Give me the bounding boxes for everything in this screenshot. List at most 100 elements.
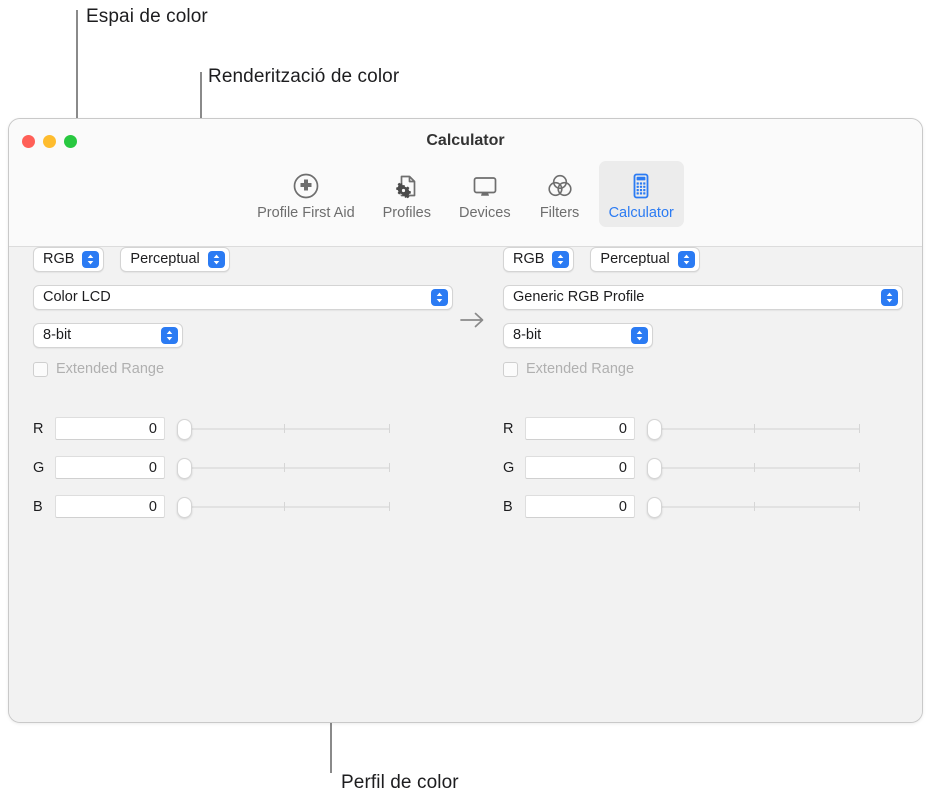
source-extended-range-checkbox[interactable] <box>33 362 48 377</box>
destination-bit-depth-row: 8-bit <box>503 323 903 348</box>
destination-channel-input-r[interactable]: 0 <box>525 417 635 440</box>
source-channel-slider-b[interactable] <box>177 496 390 518</box>
toolbar-item-devices[interactable]: Devices <box>449 161 521 227</box>
source-profile-row: Color LCD <box>33 285 453 310</box>
toolbar-item-calculator[interactable]: Calculator <box>598 161 684 227</box>
source-extended-range-row[interactable]: Extended Range <box>33 362 453 377</box>
source-extended-range-label: Extended Range <box>56 361 165 378</box>
slider-thumb[interactable] <box>647 496 662 518</box>
source-rendering-intent-value: Perceptual <box>130 251 200 268</box>
source-channel-sliders: R 0 G 0 B 0 <box>33 409 453 526</box>
slider-thumb[interactable] <box>177 496 192 518</box>
slider-tick-end <box>389 501 390 511</box>
source-channel-row-g: G 0 <box>33 448 453 487</box>
destination-channel-input-b[interactable]: 0 <box>525 495 635 518</box>
source-channel-slider-g[interactable] <box>177 457 390 479</box>
source-channel-input-r[interactable]: 0 <box>55 417 165 440</box>
source-channel-row-r: R 0 <box>33 409 453 448</box>
calculator-icon <box>626 169 656 203</box>
chevron-updown-icon <box>161 327 178 344</box>
source-color-space-popup[interactable]: RGB <box>33 247 105 272</box>
annotation-rendering-intent: Renderització de color <box>208 66 400 87</box>
destination-extended-range-label: Extended Range <box>526 361 635 378</box>
slider-thumb[interactable] <box>647 418 662 440</box>
destination-channel-label-b: B <box>503 498 513 515</box>
destination-color-space-popup[interactable]: RGB <box>503 247 575 272</box>
source-channel-input-b[interactable]: 0 <box>55 495 165 518</box>
slider-track <box>653 505 860 508</box>
destination-color-space-value: RGB <box>513 251 545 268</box>
destination-bit-depth-popup[interactable]: 8-bit <box>503 323 653 348</box>
destination-profile-row: Generic RGB Profile <box>503 285 903 310</box>
slider-tick-end <box>389 423 390 433</box>
destination-rendering-intent-value: Perceptual <box>600 251 670 268</box>
destination-extended-range-checkbox[interactable] <box>503 362 518 377</box>
display-icon <box>470 169 500 203</box>
source-color-panel: RGB Perceptual Color LCD 8-bit Extended … <box>33 247 453 526</box>
source-channel-label-r: R <box>33 420 44 437</box>
source-channel-slider-r[interactable] <box>177 418 390 440</box>
destination-channel-slider-r[interactable] <box>647 418 860 440</box>
toolbar-label-profile-first-aid: Profile First Aid <box>257 205 355 221</box>
destination-channel-input-g[interactable]: 0 <box>525 456 635 479</box>
source-space-row: RGB Perceptual <box>33 247 453 272</box>
source-rendering-intent-popup[interactable]: Perceptual <box>120 247 230 272</box>
destination-channel-row-r: R 0 <box>503 409 903 448</box>
destination-channel-label-r: R <box>503 420 514 437</box>
window-title: Calculator <box>426 132 505 149</box>
window-titlebar: Calculator Profile First Aid Profiles De… <box>9 119 922 247</box>
slider-track <box>183 427 390 430</box>
toolbar-label-filters: Filters <box>539 205 580 221</box>
toolbar-item-profiles[interactable]: Profiles <box>373 161 441 227</box>
source-channel-label-g: G <box>33 459 45 476</box>
source-color-space-value: RGB <box>43 251 75 268</box>
source-channel-input-g[interactable]: 0 <box>55 456 165 479</box>
slider-thumb[interactable] <box>647 457 662 479</box>
destination-channel-row-g: G 0 <box>503 448 903 487</box>
slider-thumb[interactable] <box>177 418 192 440</box>
slider-tick-mid <box>283 423 285 433</box>
chevron-updown-icon <box>631 327 648 344</box>
destination-extended-range-row[interactable]: Extended Range <box>503 362 903 377</box>
destination-channel-slider-g[interactable] <box>647 457 860 479</box>
source-profile-popup[interactable]: Color LCD <box>33 285 453 310</box>
source-bit-depth-row: 8-bit <box>33 323 453 348</box>
calculator-content: RGB Perceptual Color LCD 8-bit Extended … <box>9 247 922 722</box>
first-aid-icon <box>291 169 321 203</box>
slider-tick-end <box>389 462 390 472</box>
slider-tick-mid <box>283 501 285 511</box>
source-channel-label-b: B <box>33 498 43 515</box>
slider-track <box>183 466 390 469</box>
slider-tick-end <box>859 501 860 511</box>
source-bit-depth-popup[interactable]: 8-bit <box>33 323 183 348</box>
arrow-right-icon <box>460 311 486 334</box>
chevron-updown-icon <box>881 289 898 306</box>
toolbar-label-devices: Devices <box>459 205 511 221</box>
source-profile-value: Color LCD <box>43 289 111 306</box>
main-toolbar: Profile First Aid Profiles Devices Filte… <box>9 161 922 227</box>
destination-channel-sliders: R 0 G 0 B 0 <box>503 409 903 526</box>
slider-tick-mid <box>283 462 285 472</box>
destination-color-panel: RGB Perceptual Generic RGB Profile 8-bit… <box>503 247 903 526</box>
destination-profile-popup[interactable]: Generic RGB Profile <box>503 285 903 310</box>
source-channel-row-b: B 0 <box>33 487 453 526</box>
destination-rendering-intent-popup[interactable]: Perceptual <box>590 247 700 272</box>
annotation-color-profile: Perfil de color <box>341 772 459 793</box>
toolbar-label-profiles: Profiles <box>382 205 431 221</box>
toolbar-label-calculator: Calculator <box>608 205 674 221</box>
toolbar-item-filters[interactable]: Filters <box>529 161 591 227</box>
chevron-updown-icon <box>552 251 570 268</box>
destination-channel-slider-b[interactable] <box>647 496 860 518</box>
conversion-arrow-container <box>453 307 493 337</box>
chevron-updown-icon <box>207 251 225 268</box>
slider-tick-end <box>859 423 860 433</box>
destination-space-row: RGB Perceptual <box>503 247 903 272</box>
slider-tick-mid <box>753 423 755 433</box>
slider-tick-mid <box>753 462 755 472</box>
toolbar-item-profile-first-aid[interactable]: Profile First Aid <box>247 161 365 227</box>
chevron-updown-icon <box>82 251 100 268</box>
venn-circles-icon <box>545 169 575 203</box>
slider-thumb[interactable] <box>177 457 192 479</box>
destination-channel-label-g: G <box>503 459 515 476</box>
document-gear-icon <box>392 169 422 203</box>
